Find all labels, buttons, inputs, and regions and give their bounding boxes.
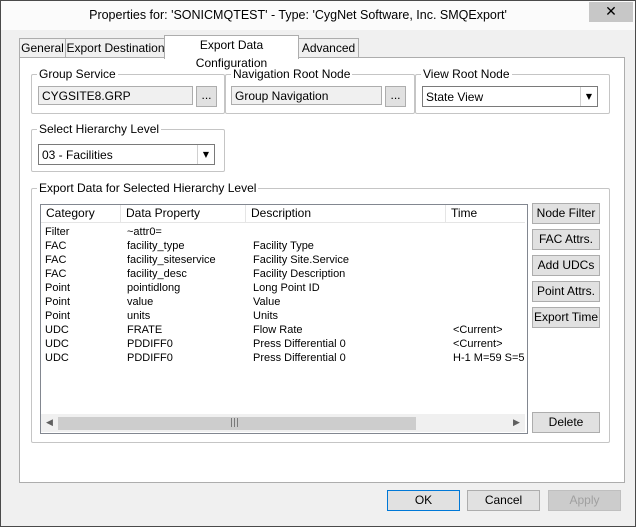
cell-category: UDC [45, 352, 69, 364]
cell-description [253, 225, 446, 239]
add-udcs-button[interactable]: Add UDCs [532, 255, 600, 276]
table-row[interactable]: FAC facility_siteservice Facility Site.S… [41, 253, 525, 267]
table-row[interactable]: Point pointidlong Long Point ID [41, 281, 525, 295]
cell-time: <Current> [453, 338, 503, 350]
cell-data-property: PDDIFF0 [127, 338, 173, 350]
cell-data-property: units [127, 310, 151, 322]
cell-time [453, 295, 525, 309]
cell-data-property: PDDIFF0 [127, 352, 173, 364]
tab-general[interactable]: General [19, 38, 66, 58]
list-header: Category Data Property Description Time [41, 205, 525, 223]
cell-time: <Current> [453, 324, 503, 336]
view-root-value: State View [426, 90, 484, 104]
scroll-left-icon[interactable]: ◀ [41, 415, 58, 432]
fac-attrs-button[interactable]: FAC Attrs. [532, 229, 600, 250]
table-row[interactable]: UDC PDDIFF0 Press Differential 0 H-1 M=5… [41, 351, 525, 365]
cell-data-property: FRATE [127, 324, 163, 336]
cell-description: Long Point ID [253, 282, 320, 294]
column-header-time[interactable]: Time [446, 205, 525, 222]
cell-category: Point [45, 310, 71, 322]
view-root-dropdown[interactable]: State View ▼ [422, 86, 598, 107]
cell-description: Press Differential 0 [253, 338, 346, 350]
node-filter-button[interactable]: Node Filter [532, 203, 600, 224]
cell-category: Point [45, 282, 71, 294]
tab-export-destination[interactable]: Export Destination [65, 38, 166, 58]
horizontal-scrollbar[interactable]: ◀ ||| ▶ [41, 414, 525, 432]
close-button[interactable]: ✕ [589, 2, 633, 22]
properties-dialog: Properties for: 'SONICMQTEST' - Type: 'C… [0, 0, 636, 527]
point-attrs-button[interactable]: Point Attrs. [532, 281, 600, 302]
chevron-down-icon[interactable]: ▼ [197, 145, 214, 164]
cell-data-property: facility_type [127, 240, 185, 252]
title-bar[interactable]: Properties for: 'SONICMQTEST' - Type: 'C… [1, 1, 635, 30]
cell-time [453, 253, 525, 267]
table-row[interactable]: Point value Value [41, 295, 525, 309]
cell-category: Point [45, 296, 71, 308]
group-service-label: Group Service [37, 67, 118, 81]
cell-category: Filter [45, 226, 70, 238]
group-service-field: CYGSITE8.GRP [38, 86, 193, 105]
table-row[interactable]: Point units Units [41, 309, 525, 323]
delete-button[interactable]: Delete [532, 412, 600, 433]
table-row[interactable]: UDC PDDIFF0 Press Differential 0 <Curren… [41, 337, 525, 351]
tab-advanced[interactable]: Advanced [298, 38, 359, 58]
apply-button[interactable]: Apply [548, 490, 621, 511]
table-row[interactable]: UDC FRATE Flow Rate <Current> [41, 323, 525, 337]
cell-category: FAC [45, 268, 67, 280]
cancel-button[interactable]: Cancel [467, 490, 540, 511]
cell-time [453, 267, 525, 281]
cell-time [453, 281, 525, 295]
tab-export-data-configuration[interactable]: Export Data Configuration [164, 35, 299, 70]
cell-description: Units [253, 310, 279, 322]
column-header-data-property[interactable]: Data Property [121, 205, 246, 222]
column-header-description[interactable]: Description [246, 205, 446, 222]
cell-time: H-1 M=59 S=59 [453, 352, 525, 364]
hierarchy-level-dropdown[interactable]: 03 - Facilities ▼ [38, 144, 215, 165]
cell-time [453, 309, 525, 323]
grip-icon: ||| [230, 418, 240, 428]
cell-data-property: pointidlong [127, 282, 181, 294]
table-row[interactable]: FAC facility_type Facility Type [41, 239, 525, 253]
hierarchy-level-value: 03 - Facilities [42, 148, 113, 162]
cell-time [453, 239, 525, 253]
ok-button[interactable]: OK [387, 490, 460, 511]
cell-category: UDC [45, 338, 69, 350]
export-time-button[interactable]: Export Time [532, 307, 600, 328]
cell-description: Facility Type [253, 240, 314, 252]
cell-category: UDC [45, 324, 69, 336]
scrollbar-thumb[interactable]: ||| [58, 417, 416, 430]
cell-category: FAC [45, 254, 67, 266]
column-header-category[interactable]: Category [41, 205, 121, 222]
table-row[interactable]: FAC facility_desc Facility Description [41, 267, 525, 281]
cell-data-property: ~attr0= [127, 226, 162, 238]
cell-description: Facility Description [253, 268, 346, 280]
window-title: Properties for: 'SONICMQTEST' - Type: 'C… [89, 8, 507, 22]
chevron-down-icon[interactable]: ▼ [580, 87, 597, 106]
export-data-label: Export Data for Selected Hierarchy Level [37, 181, 259, 195]
group-service-browse-button[interactable]: ... [196, 86, 217, 107]
cell-description: Value [253, 296, 281, 308]
hierarchy-level-label: Select Hierarchy Level [37, 122, 162, 136]
scroll-right-icon[interactable]: ▶ [508, 415, 525, 432]
export-data-list[interactable]: Category Data Property Description Time … [40, 204, 528, 434]
navigation-root-browse-button[interactable]: ... [385, 86, 406, 107]
cell-time [453, 225, 525, 239]
view-root-label: View Root Node [421, 67, 512, 81]
navigation-root-field: Group Navigation [231, 86, 382, 105]
cell-data-property: facility_siteservice [127, 254, 216, 266]
table-row[interactable]: Filter ~attr0= [41, 225, 525, 239]
cell-category: FAC [45, 240, 67, 252]
cell-data-property: facility_desc [127, 268, 187, 280]
cell-description: Press Differential 0 [253, 352, 346, 364]
cell-description: Flow Rate [253, 324, 303, 336]
cell-data-property: value [127, 296, 154, 308]
cell-description: Facility Site.Service [253, 254, 349, 266]
